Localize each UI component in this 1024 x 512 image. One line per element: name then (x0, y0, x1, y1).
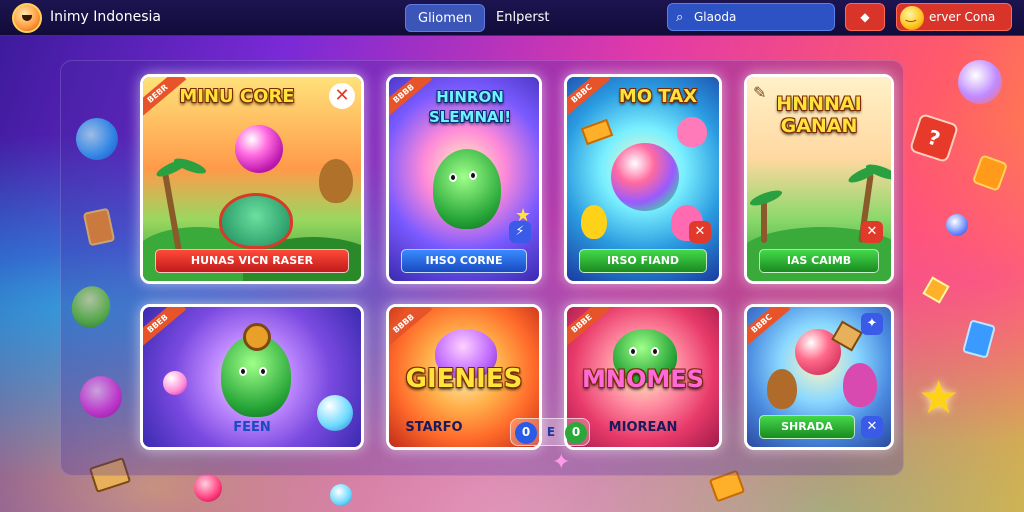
bubble-icon (163, 371, 187, 395)
card-play-button[interactable]: IRSO FIAND (579, 249, 707, 273)
bell-icon: ◆ (860, 10, 870, 24)
card-title: HINRON SLEMNAI! (428, 88, 512, 126)
pager-dot[interactable]: 0 (515, 422, 537, 444)
close-icon[interactable]: ✕ (861, 221, 883, 243)
game-card-3[interactable]: BBBC MO TAX ✕ IRSO FIAND (564, 74, 722, 284)
mascot-icon (843, 363, 877, 407)
pager-dot[interactable]: 0 (565, 422, 587, 444)
user-account-button[interactable]: erver Cona (896, 3, 1012, 31)
game-card-8[interactable]: BBBC ✦ SHRADA ✕ (744, 304, 894, 450)
floating-gem-icon (922, 276, 950, 304)
top-bar: Inimy Indonesia Gliomen Enlperst ⌕ ◆ erv… (0, 0, 1024, 36)
close-icon[interactable]: ✕ (861, 416, 883, 438)
tab-enlperst[interactable]: Enlperst (484, 4, 562, 32)
floating-box-icon (971, 154, 1009, 192)
card-title: GIENIES (405, 364, 523, 394)
user-account-label: erver Cona (929, 10, 996, 24)
game-card-4[interactable]: ✎ HNNNAI GANAN ✕ IAS CAIMB (744, 74, 894, 284)
brand-avatar[interactable] (12, 3, 42, 33)
puzzle-icon[interactable]: ✦ (861, 313, 883, 335)
search-input[interactable] (694, 10, 826, 24)
card-play-button[interactable]: HUNAS VICN RASER (155, 249, 349, 273)
card-play-button[interactable]: IHSO CORNE (401, 249, 527, 273)
floating-question-box-icon: ? (908, 112, 960, 164)
brand-title: Inimy Indonesia (50, 9, 161, 25)
mascot-icon (677, 117, 707, 147)
sparkle-icon: ✦ (552, 450, 571, 475)
star-icon: ★ (918, 370, 960, 424)
card-title: HNNNAI GANAN (776, 93, 862, 137)
tab-gliomen[interactable]: Gliomen (405, 4, 486, 32)
floating-cube-icon (962, 319, 996, 359)
game-card-1[interactable]: BEBR MINU CORE ✕ HUNAS VICN RASER (140, 74, 364, 284)
floating-candy-icon (194, 474, 222, 502)
floating-coin-icon (330, 484, 352, 506)
card-play-button[interactable]: SHRADA (759, 415, 855, 439)
search-box[interactable]: ⌕ (667, 3, 835, 31)
game-ball-icon (235, 125, 283, 173)
game-ball-icon (611, 143, 679, 211)
card-play-button[interactable]: IAS CAIMB (759, 249, 879, 273)
mascot-icon (433, 149, 501, 229)
mascot-icon (581, 205, 607, 239)
card-play-button[interactable]: MIOREAN (579, 417, 707, 441)
search-icon: ⌕ (676, 10, 684, 25)
game-card-2[interactable]: ★ BBBB HINRON SLEMNAI! ⚡ IHSO CORNE (386, 74, 542, 284)
notification-button[interactable]: ◆ (845, 3, 885, 31)
close-icon[interactable]: ✕ (329, 83, 355, 109)
floating-coin-icon (946, 214, 968, 236)
user-avatar-icon (900, 6, 924, 30)
floating-orb-icon (958, 60, 1002, 104)
mascot-icon (219, 193, 293, 249)
game-card-5[interactable]: BBEB FEEN (140, 304, 364, 450)
card-title: MO TAX (618, 86, 698, 107)
card-title: MNOMES (582, 365, 704, 393)
card-play-button[interactable]: FEEN (155, 417, 349, 441)
carousel-pager: 0 E 0 (510, 418, 590, 446)
pager-dot[interactable]: E (540, 422, 562, 444)
goggles-icon (243, 323, 271, 351)
close-icon[interactable]: ✕ (689, 221, 711, 243)
animal-icon (319, 159, 353, 203)
card-play-button[interactable]: STARFO (389, 417, 479, 441)
mascot-icon (767, 369, 797, 409)
info-icon[interactable]: ⚡ (509, 221, 531, 243)
